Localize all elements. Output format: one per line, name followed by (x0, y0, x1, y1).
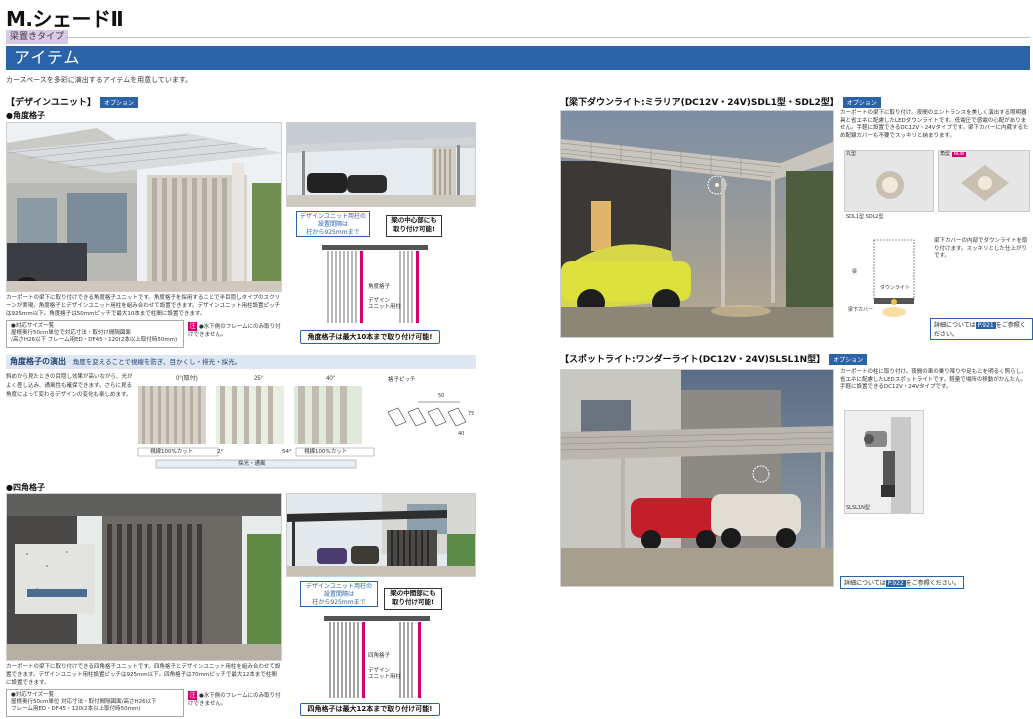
square-light-image (938, 150, 1030, 212)
kakudo-label-1: 角度格子 (368, 284, 391, 290)
intro-text: カースペースを多彩に演出するアイテムを用意しています。 (6, 76, 193, 84)
downlight-ref-page-link[interactable]: P.921 (975, 322, 996, 329)
shikaku-heading: ●四角格子 (6, 483, 45, 492)
shikaku-label-1: 四角格子 (368, 653, 391, 659)
downlight-text: カーポートの梁下に取り付け。夜間のエントランスを美しく演出する照明器具と省エネに… (840, 110, 1029, 139)
pitch-value-1: 50 (438, 393, 445, 399)
spotlight-title: 【スポットライト:ワンダーライト(DC12V・24V)SLSL1N型】 (560, 355, 826, 365)
spotlight-ref-note: 詳細については P.922 をご参照ください。 (840, 576, 964, 589)
shikaku-main-photo (6, 493, 282, 661)
round-light-image (844, 150, 934, 212)
kakudo-callout-mid: 梁の中心部にも 取り付け可能! (386, 215, 442, 237)
angle-strip-title: 角度格子の演出 (10, 357, 66, 366)
downlight-ref-text: 詳細については (934, 322, 976, 329)
kakudo-caption: カーポートの梁下に取り付けできる角度格子ユニットです。角度格子を採用することで半… (6, 295, 281, 317)
kakudo-size-box: ●対応サイズ一覧 屋根奥行50cm単位で対応寸法・取付け間隔図面 /高さH26以… (6, 320, 184, 348)
spotlight-heading: 【スポットライト:ワンダーライト(DC12V・24V)SLSL1N型】 オプション (560, 352, 868, 365)
angle-label-2: 40° (326, 376, 336, 382)
option-badge: オプション (829, 354, 868, 365)
bar-right-label: 視線100%カット (304, 449, 348, 455)
downlight-title: 【梁下ダウンライト:ミラリア(DC12V・24V)SDL1型・SDL2型】 (560, 98, 839, 108)
angle-diagram: 0°(取付) 25° 40° (136, 372, 376, 472)
new-badge: NEW (951, 152, 967, 157)
kakudo-heading: ●角度格子 (6, 111, 45, 120)
downlight-heading: 【梁下ダウンライト:ミラリア(DC12V・24V)SDL1型・SDL2型】 オプシ… (560, 95, 881, 108)
spotlight-ref-page-link[interactable]: P.922 (885, 580, 906, 587)
round-type-label: 丸型 (846, 151, 857, 157)
downlight-model: SDL1型 SDL2型 (846, 214, 884, 220)
deg-left-label: 2° (217, 449, 224, 455)
kakudo-main-photo (6, 122, 282, 292)
shikaku-callout-mid: 梁の中間部にも 取り付け可能! (384, 588, 442, 610)
angle-text: 斜めから見たときの目隠し効果が高いながら、光がよく差し込み、通風性も確保できます… (6, 374, 133, 398)
bar-left-label: 視線100%カット (150, 449, 194, 455)
tag-divider (66, 37, 1030, 38)
downlight-text-2: 梁下カバーの内部でダウンライトを取り付けます。スッキリとした仕上がりです。 (934, 238, 1028, 259)
option-badge: オプション (842, 97, 881, 108)
angle-strip: 角度格子の演出 角度を変えることで視線を防ぎ、目かくし・排光・採光。 (6, 355, 476, 369)
spotlight-model: SLSL1N型 (846, 505, 870, 511)
kakudo-note: 注 ●水下側のフレームにのみ取り付けできません。 (188, 322, 282, 339)
section-bar: アイテム (6, 46, 1030, 70)
beam-label: 梁 (852, 269, 858, 275)
light-label: ダウンライト (880, 285, 911, 291)
shikaku-callout-spacing: デザインユニット用柱の 設置間隔は 柱から925mmまで (300, 581, 378, 607)
shikaku-label-2: デザイン ユニット用柱 (368, 668, 402, 680)
angle-strip-subtitle: 角度を変えることで視線を防ぎ、目かくし・排光・採光。 (72, 358, 242, 366)
pitch-value-2: 75 (468, 411, 475, 417)
shikaku-note: 注 ●水下側のフレームにのみ取り付けできません。 (188, 691, 282, 708)
page-title: M.シェードⅡ (6, 7, 124, 31)
spotlight-photo (560, 369, 834, 587)
downlight-product-images: 丸型 角型 NEW SDL1型 SDL2型 (844, 150, 1030, 222)
spotlight-text: カーポートの柱に取り付け。夜間の車の乗り降りや足もとを明るく照らし、省エネに配慮… (840, 369, 1027, 390)
pitch-label: 格子ピッチ (388, 377, 416, 383)
pitch-value-3: 40 (458, 431, 465, 437)
cover-label: 梁下カバー (848, 307, 874, 313)
shikaku-caption: カーポートの梁下に取り付けできる四角格子ユニットです。四角格子とデザインユニット… (6, 664, 281, 686)
spotlight-product-image (844, 410, 924, 514)
deg-right-label: 54° (282, 449, 292, 455)
square-type-label: 角型 NEW (940, 150, 967, 159)
angle-label-1: 25° (254, 376, 264, 382)
spotlight-ref-end: をご参照ください。 (905, 580, 960, 587)
design-unit-heading: 【デザインユニット】 オプション (6, 95, 139, 108)
angle-label-0: 0°(取付) (176, 374, 198, 382)
square-type-name: 角型 (940, 151, 951, 157)
downlight-photo (560, 110, 834, 338)
kakudo-label-2: デザイン ユニット用柱 (368, 298, 402, 310)
bar-bottom-label: 採光・通風 (238, 461, 266, 467)
kakudo-callout-spacing: デザインユニット用柱の 設置間隔は 柱から925mmまで (296, 211, 370, 237)
note-mark-icon: 注 (188, 691, 197, 700)
kakudo-max-label: 角度格子は最大10本まで取り付け可能! (300, 330, 440, 344)
option-badge: オプション (100, 97, 139, 108)
kakudo-side-photo (286, 122, 476, 207)
shikaku-note-text: ●水下側のフレームにのみ取り付けできません。 (188, 693, 281, 707)
shikaku-side-photo (286, 493, 476, 577)
type-tag: 梁置きタイプ (6, 30, 68, 44)
design-unit-title: 【デザインユニット】 (6, 98, 97, 108)
downlight-ref-note: 詳細については P.921 をご参照ください。 (930, 318, 1033, 340)
kakudo-note-text: ●水下側のフレームにのみ取り付けできません。 (188, 324, 281, 338)
note-mark-icon: 注 (188, 322, 197, 331)
shikaku-max-label: 四角格子は最大12本まで取り付け可能! (300, 703, 440, 716)
shikaku-size-box: ●対応サイズ一覧 屋根奥行50cm単位 対応寸法・取付間隔図面/高さH26以下 … (6, 689, 184, 717)
spotlight-ref-text: 詳細については (844, 580, 886, 587)
